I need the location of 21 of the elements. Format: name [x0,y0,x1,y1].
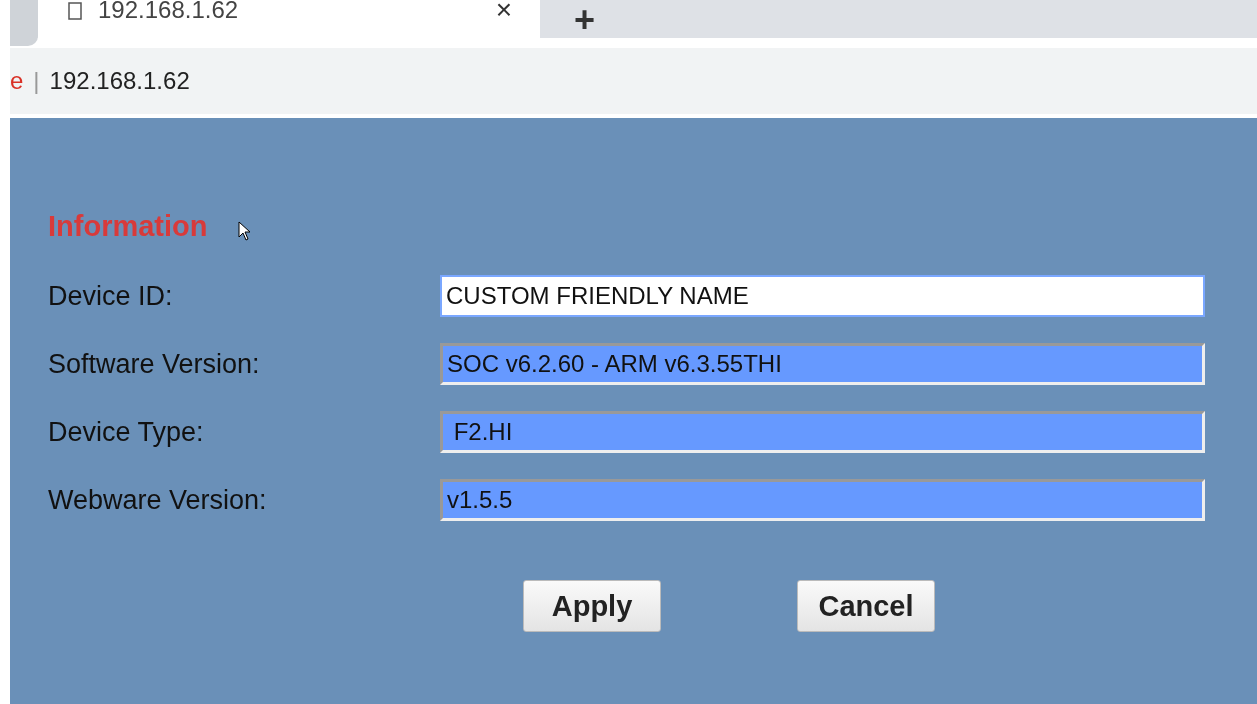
address-bar[interactable]: e | 192.168.1.62 [10,48,1257,114]
separator: | [33,67,40,95]
page-icon [68,2,82,20]
field-label: Device Type: [48,416,205,448]
cancel-button[interactable]: Cancel [797,580,935,632]
field-label: Software Version: [48,348,261,380]
text-field[interactable]: SOC v6.2.60 - ARM v6.3.55THI [440,343,1205,385]
browser-tab[interactable] [10,0,38,46]
close-tab-button[interactable]: × [495,0,512,26]
mouse-pointer-icon [237,221,252,241]
text-field[interactable]: CUSTOM FRIENDLY NAME [440,275,1205,317]
url-text: 192.168.1.62 [49,67,190,95]
security-label[interactable]: e [10,67,24,95]
new-tab-button[interactable]: + [574,2,596,38]
field-label: Webware Version: [48,484,268,516]
apply-button[interactable]: Apply [523,580,661,632]
text-field[interactable]: v1.5.5 [440,479,1205,521]
field-label: Device ID: [48,280,174,312]
text-field[interactable]: F2.HI [440,411,1205,453]
section-title: Information [48,209,208,243]
tab-title: 192.168.1.62 [98,0,240,24]
